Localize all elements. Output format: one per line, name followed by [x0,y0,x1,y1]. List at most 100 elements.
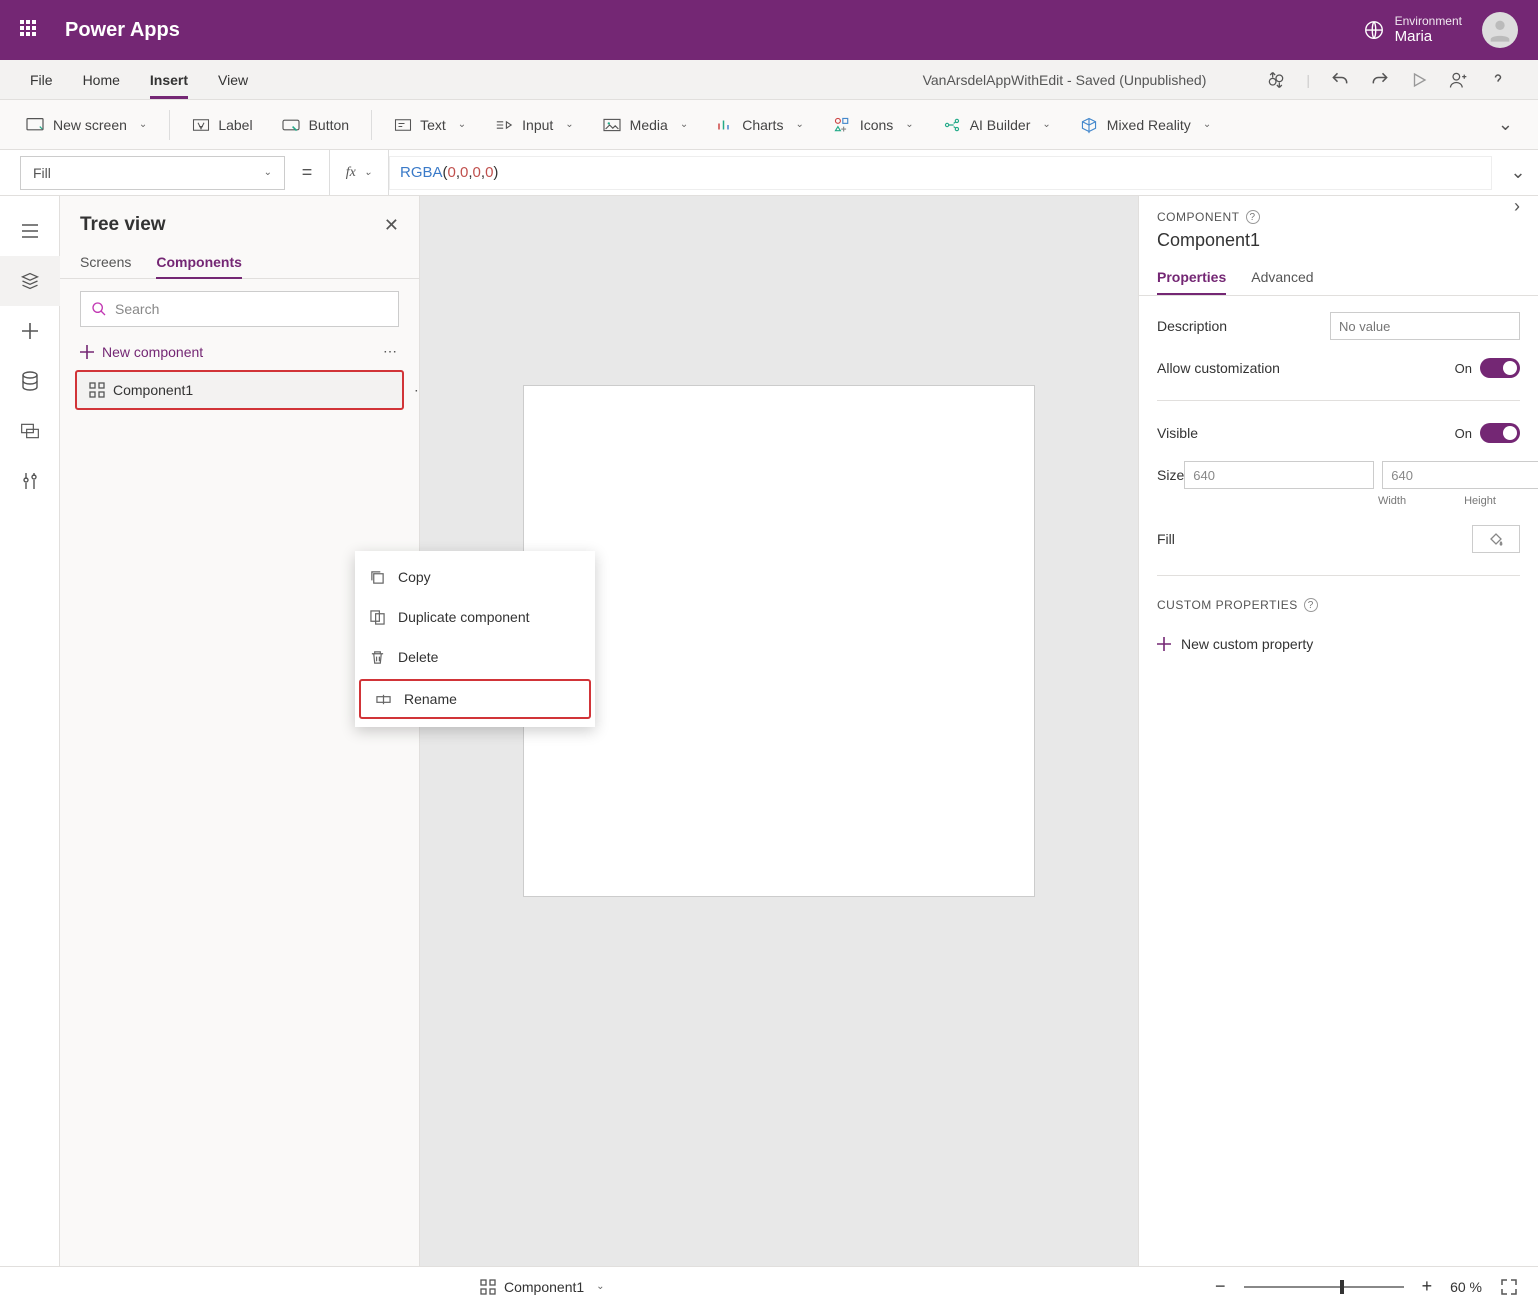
fit-to-screen-icon[interactable] [1500,1278,1518,1296]
equals-label: = [285,162,329,183]
context-duplicate[interactable]: Duplicate component [355,597,595,637]
delete-icon [370,650,388,665]
env-name: Maria [1395,28,1433,45]
custom-props-label: CUSTOM PROPERTIES [1157,598,1298,612]
input-dropdown[interactable]: Input⌄ [484,111,584,139]
ai-icon [942,116,962,134]
zoom-value: 60 [1450,1279,1466,1295]
rail-hamburger[interactable] [0,206,60,256]
charts-dropdown[interactable]: Charts⌄ [706,111,814,139]
status-bar: Component1 ⌄ − + 60 % [0,1266,1538,1306]
height-input[interactable] [1382,461,1538,489]
text-icon [394,117,412,133]
globe-icon [1363,19,1385,41]
zoom-in-button[interactable]: + [1422,1276,1433,1297]
tree-view-panel: Tree view ✕ Screens Components Search Ne… [60,196,420,1266]
allow-customization-toggle[interactable]: On [1455,358,1520,378]
formula-expand-icon[interactable]: ⌄ [1498,162,1538,183]
fx-icon[interactable]: fx⌄ [329,150,389,195]
document-title: VanArsdelAppWithEdit - Saved (Unpublishe… [923,72,1207,88]
context-menu: Copy Duplicate component Delete Rename [355,551,595,727]
help-badge-icon[interactable]: ? [1246,210,1260,224]
menu-insert[interactable]: Insert [150,72,188,88]
formula-input[interactable]: RGBA(0, 0, 0, 0) [389,156,1492,190]
app-title: Power Apps [65,19,180,42]
width-label: Width [1352,495,1432,507]
label-button[interactable]: Label [182,111,262,139]
fill-color-button[interactable] [1472,525,1520,553]
help-icon[interactable] [1488,70,1508,90]
zoom-out-button[interactable]: − [1215,1276,1226,1297]
menu-home[interactable]: Home [83,72,120,88]
screen-icon [25,117,45,133]
tree-item-component1[interactable]: Component1 ⋯ [75,370,404,410]
menu-bar: File Home Insert View VanArsdelAppWithEd… [0,60,1538,100]
allow-customization-label: Allow customization [1157,360,1280,376]
paint-icon [1488,531,1504,547]
component-icon [89,382,105,398]
new-screen-button[interactable]: New screen⌄ [15,111,157,139]
tab-screens[interactable]: Screens [80,246,131,278]
status-component-name[interactable]: Component1 [504,1279,584,1295]
props-collapse-icon[interactable]: › [1514,196,1520,217]
context-delete[interactable]: Delete [355,637,595,677]
visible-toggle[interactable]: On [1455,423,1520,443]
button-button[interactable]: Button [271,111,359,139]
tree-view-title: Tree view [80,214,166,236]
mixed-reality-dropdown[interactable]: Mixed Reality⌄ [1069,110,1221,140]
redo-icon[interactable] [1370,70,1390,90]
properties-panel: COMPONENT ? › Component1 Properties Adva… [1138,196,1538,1266]
context-rename[interactable]: Rename [359,679,591,719]
rail-tree-view[interactable] [0,256,60,306]
props-component-name: Component1 [1157,230,1520,251]
menu-view[interactable]: View [218,72,248,88]
charts-icon [716,117,734,133]
play-icon[interactable] [1410,71,1428,89]
waffle-icon[interactable] [20,20,40,40]
rail-data[interactable] [0,356,60,406]
duplicate-icon [370,610,388,625]
app-checker-icon[interactable] [1266,70,1286,90]
size-label: Size [1157,467,1184,483]
env-label: Environment [1395,14,1462,28]
rail-advanced-tools[interactable] [0,456,60,506]
menu-file[interactable]: File [30,72,53,88]
zoom-slider[interactable] [1244,1286,1404,1288]
search-input[interactable]: Search [80,291,399,327]
plus-icon [1157,637,1171,651]
tree-item-label: Component1 [113,382,193,398]
canvas[interactable] [420,196,1138,1266]
rail-media[interactable] [0,406,60,456]
new-custom-property-button[interactable]: New custom property [1157,636,1520,652]
width-input[interactable] [1184,461,1374,489]
share-icon[interactable] [1448,70,1468,90]
fill-label: Fill [1157,531,1175,547]
environment-picker[interactable]: Environment Maria [1363,14,1462,46]
props-tab-advanced[interactable]: Advanced [1251,261,1313,295]
ribbon: New screen⌄ Label Button Text⌄ Input⌄ Me… [0,100,1538,150]
more-icon[interactable]: ⋯ [383,343,399,360]
description-input[interactable] [1330,312,1520,340]
description-label: Description [1157,318,1227,334]
icons-dropdown[interactable]: Icons⌄ [822,110,924,140]
media-icon [602,117,622,133]
props-tab-properties[interactable]: Properties [1157,261,1226,295]
avatar[interactable] [1482,12,1518,48]
button-icon [281,117,301,133]
tab-components[interactable]: Components [156,246,242,278]
ai-builder-dropdown[interactable]: AI Builder⌄ [932,110,1061,140]
media-dropdown[interactable]: Media⌄ [592,111,699,139]
property-selector[interactable]: Fill⌄ [20,156,285,190]
plus-icon [80,345,94,359]
props-header-label: COMPONENT [1157,210,1240,224]
undo-icon[interactable] [1330,70,1350,90]
help-badge-icon-2[interactable]: ? [1304,598,1318,612]
component-artboard[interactable] [524,386,1034,896]
close-icon[interactable]: ✕ [384,215,399,236]
new-component-button[interactable]: New component [80,344,203,360]
ribbon-collapse-icon[interactable]: ⌄ [1488,114,1523,135]
text-dropdown[interactable]: Text⌄ [384,111,476,139]
rename-icon [376,692,394,707]
context-copy[interactable]: Copy [355,557,595,597]
rail-insert[interactable] [0,306,60,356]
